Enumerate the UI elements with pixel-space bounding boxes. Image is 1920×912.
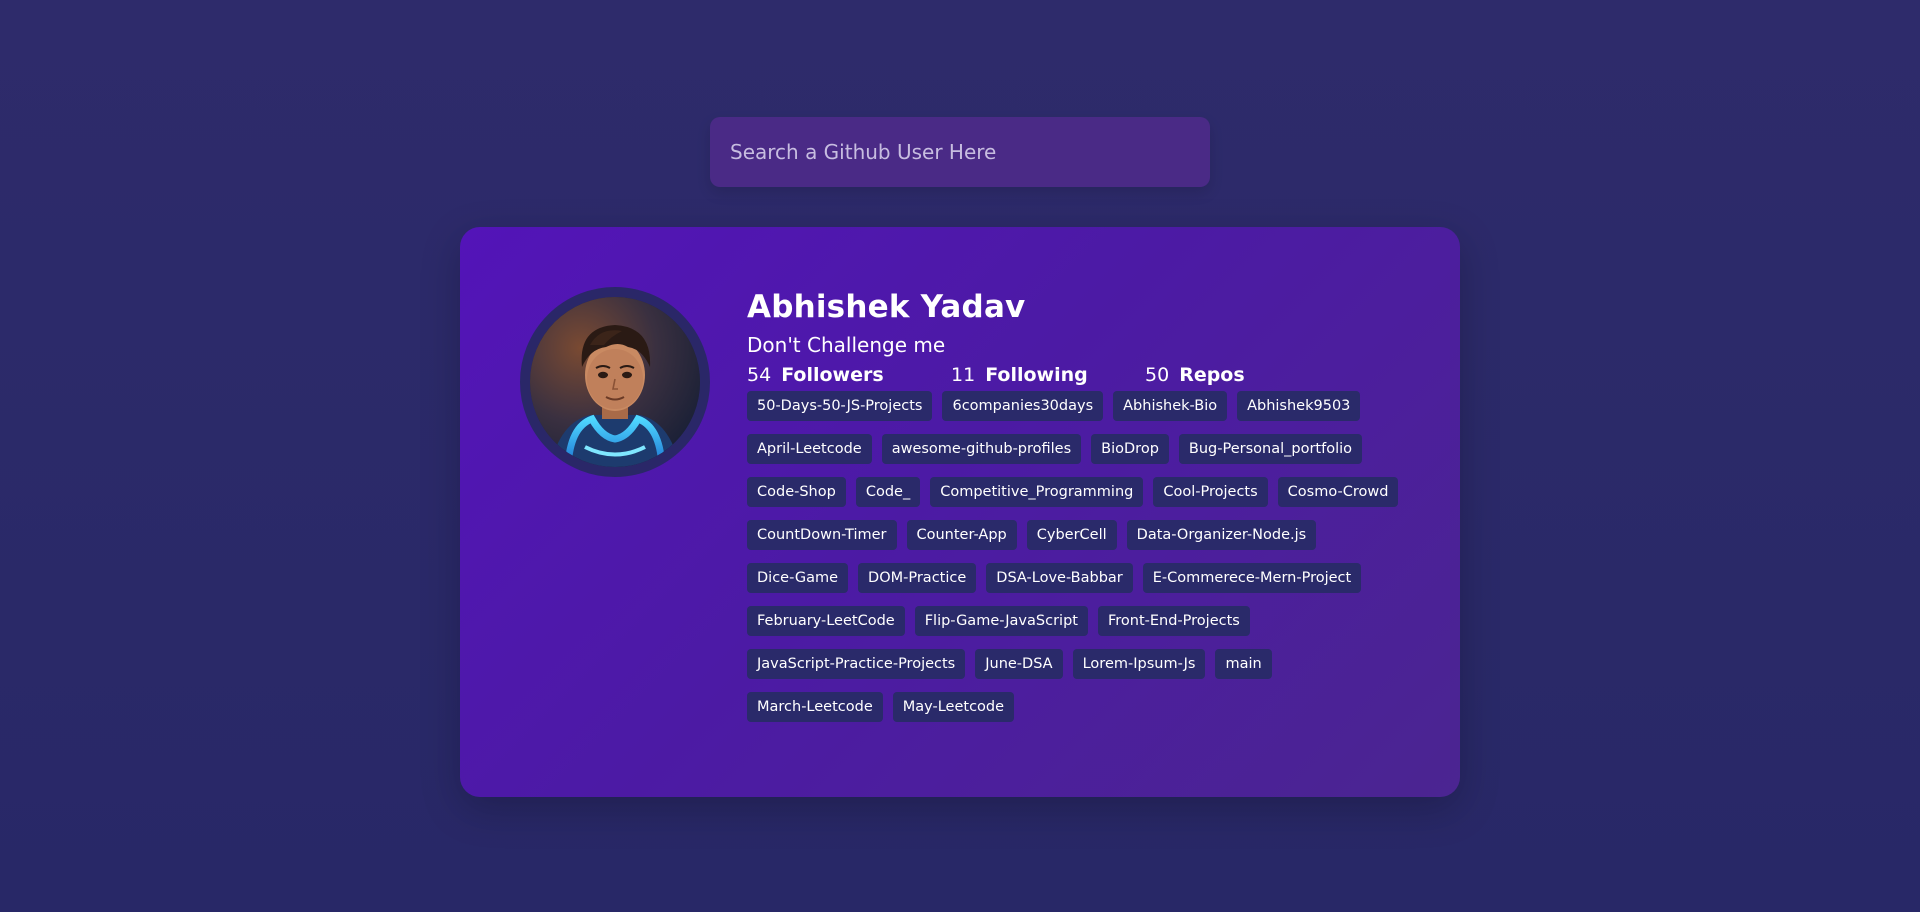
repo-link[interactable]: February-LeetCode bbox=[747, 606, 905, 636]
repos-label: Repos bbox=[1179, 364, 1245, 386]
repo-link[interactable]: Counter-App bbox=[906, 520, 1017, 550]
repos-stat: 50 Repos bbox=[1145, 364, 1245, 386]
user-avatar-icon bbox=[520, 287, 710, 477]
repos-count: 50 bbox=[1145, 364, 1170, 386]
profile-card: Abhishek Yadav Don't Challenge me 54 Fol… bbox=[460, 227, 1460, 797]
user-stats: 54 Followers 11 Following 50 Repos bbox=[747, 361, 1427, 389]
repo-link[interactable]: Competitive_Programming bbox=[930, 477, 1144, 507]
repo-link[interactable]: main bbox=[1215, 649, 1272, 679]
user-bio: Don't Challenge me bbox=[747, 333, 946, 357]
repo-link[interactable]: 50-Days-50-JS-Projects bbox=[747, 391, 933, 421]
following-stat: 11 Following bbox=[951, 364, 1145, 386]
repo-link[interactable]: Code-Shop bbox=[747, 477, 846, 507]
repo-link[interactable]: Flip-Game-JavaScript bbox=[914, 606, 1088, 636]
repo-link[interactable]: Dice-Game bbox=[747, 563, 849, 593]
repo-link[interactable]: Cool-Projects bbox=[1153, 477, 1268, 507]
repo-link[interactable]: BioDrop bbox=[1091, 434, 1169, 464]
repo-link[interactable]: awesome-github-profiles bbox=[881, 434, 1082, 464]
repo-link[interactable]: Abhishek9503 bbox=[1237, 391, 1361, 421]
repo-link[interactable]: DOM-Practice bbox=[858, 563, 977, 593]
followers-count: 54 bbox=[747, 364, 772, 386]
repo-list: 50-Days-50-JS-Projects 6companies30days … bbox=[747, 391, 1417, 735]
repo-link[interactable]: Code_ bbox=[855, 477, 921, 507]
repo-link[interactable]: Bug-Personal_portfolio bbox=[1178, 434, 1362, 464]
followers-label: Followers bbox=[781, 364, 884, 386]
repo-link[interactable]: Data-Organizer-Node.js bbox=[1126, 520, 1317, 550]
repo-link[interactable]: JavaScript-Practice-Projects bbox=[747, 649, 966, 679]
repo-link[interactable]: Abhishek-Bio bbox=[1113, 391, 1228, 421]
user-name: Abhishek Yadav bbox=[747, 289, 1026, 325]
repo-link[interactable]: Front-End-Projects bbox=[1097, 606, 1250, 636]
repo-link[interactable]: CyberCell bbox=[1026, 520, 1117, 550]
repo-link[interactable]: Cosmo-Crowd bbox=[1277, 477, 1399, 507]
repo-link[interactable]: E-Commerece-Mern-Project bbox=[1142, 563, 1362, 593]
repo-link[interactable]: May-Leetcode bbox=[892, 692, 1015, 722]
repo-link[interactable]: Lorem-Ipsum-Js bbox=[1072, 649, 1206, 679]
repo-link[interactable]: 6companies30days bbox=[942, 391, 1104, 421]
repo-link[interactable]: DSA-Love-Babbar bbox=[986, 563, 1133, 593]
following-count: 11 bbox=[951, 364, 976, 386]
search-form bbox=[710, 117, 1210, 187]
repo-link[interactable]: CountDown-Timer bbox=[747, 520, 897, 550]
repo-link[interactable]: April-Leetcode bbox=[747, 434, 872, 464]
profile-info: Abhishek Yadav Don't Challenge me 54 Fol… bbox=[747, 287, 1427, 735]
following-label: Following bbox=[985, 364, 1088, 386]
repo-link[interactable]: March-Leetcode bbox=[747, 692, 883, 722]
repo-link[interactable]: June-DSA bbox=[975, 649, 1063, 679]
search-input[interactable] bbox=[710, 117, 1210, 187]
followers-stat: 54 Followers bbox=[747, 364, 951, 386]
